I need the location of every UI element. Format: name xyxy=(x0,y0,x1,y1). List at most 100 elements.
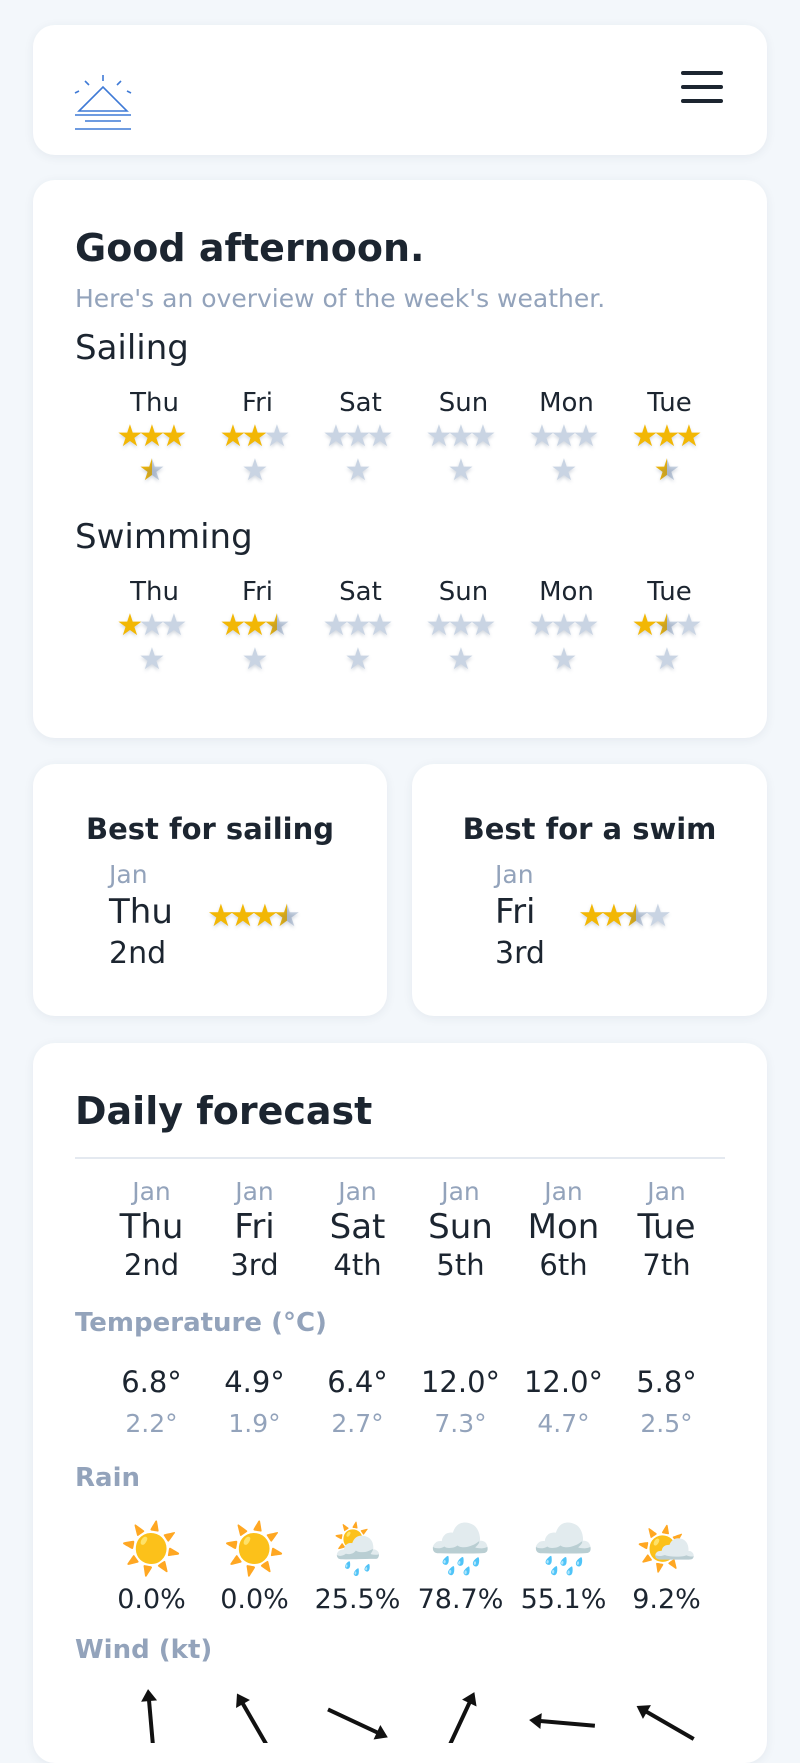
temperature-cell: 4.9° 1.9° xyxy=(203,1365,306,1438)
day-name: Sat xyxy=(339,577,382,607)
forecast-month: Jan xyxy=(235,1177,274,1206)
day-rating-column: Sat ★ ★ ★ ★ xyxy=(309,577,412,691)
day-rating-column: Sun ★ ★ ★ ★ xyxy=(412,577,515,691)
sun-rain-cloud-icon: 🌦️ xyxy=(326,1520,389,1578)
forecast-month: Jan xyxy=(441,1177,480,1206)
forecast-day-header[interactable]: Jan Sun 5th xyxy=(409,1177,512,1282)
day-name: Thu xyxy=(130,388,179,418)
day-name: Sat xyxy=(339,388,382,418)
forecast-day: Sun xyxy=(428,1207,493,1247)
forecast-day: Mon xyxy=(527,1207,600,1247)
day-name: Mon xyxy=(539,388,594,418)
star-icon: ★ xyxy=(366,419,394,454)
divider xyxy=(75,1157,725,1159)
forecast-day: Thu xyxy=(119,1207,184,1247)
star-icon: ★ xyxy=(138,642,166,677)
star-icon: ★ xyxy=(447,642,475,677)
wind-direction-arrow-icon xyxy=(141,1689,158,1743)
star-icon: ★ xyxy=(653,642,681,677)
star-icon: ★ xyxy=(366,608,394,643)
best-swim-date: 3rd xyxy=(495,936,545,971)
day-rating-column: Mon ★ ★ ★ ★ xyxy=(515,577,618,691)
temperature-label: Temperature (°C) xyxy=(75,1308,327,1338)
temperature-low: 2.7° xyxy=(331,1409,384,1438)
star-icon: ★ xyxy=(344,453,372,488)
forecast-day-header[interactable]: Jan Mon 6th xyxy=(512,1177,615,1282)
forecast-date: 7th xyxy=(642,1248,691,1282)
forecast-day: Fri xyxy=(234,1207,275,1247)
forecast-day-header[interactable]: Jan Sat 4th xyxy=(306,1177,409,1282)
rain-label: Rain xyxy=(75,1463,140,1493)
best-swim-title: Best for a swim xyxy=(462,812,717,846)
forecast-day-header[interactable]: Jan Thu 2nd xyxy=(100,1177,203,1282)
best-sailing-rating: ★ ★ ★ ★ xyxy=(207,901,317,937)
star-icon: ★ xyxy=(550,642,578,677)
day-name: Thu xyxy=(130,577,179,607)
wind-direction-arrow-icon xyxy=(529,1713,596,1730)
star-rating: ★ ★ ★ ★ xyxy=(527,422,607,502)
temperature-high: 6.8° xyxy=(121,1365,182,1399)
forecast-date: 6th xyxy=(539,1248,588,1282)
rain-probability: 55.1% xyxy=(520,1584,607,1615)
day-rating-column: Thu ★ ★ ★ ★ xyxy=(103,388,206,502)
best-for-swim-card[interactable]: Best for a swim Jan Fri 3rd ★ ★ ★ ★ xyxy=(412,764,767,1016)
day-name: Fri xyxy=(242,388,273,418)
star-rating: ★ ★ ★ ★ xyxy=(424,611,504,691)
best-for-sailing-card[interactable]: Best for sailing Jan Thu 2nd ★ ★ ★ ★ xyxy=(33,764,387,1016)
star-rating: ★ ★ ★ ★ xyxy=(424,422,504,502)
forecast-day-header[interactable]: Jan Tue 7th xyxy=(615,1177,718,1282)
rain-cell: 🌧️ 78.7% xyxy=(409,1520,512,1615)
star-rating: ★ ★ ★ ★ xyxy=(321,611,401,691)
forecast-month: Jan xyxy=(132,1177,171,1206)
daily-forecast-title: Daily forecast xyxy=(75,1089,373,1133)
rain-cell: ☀️ 0.0% xyxy=(203,1520,306,1615)
best-sailing-month: Jan xyxy=(109,860,148,889)
star-rating: ★ ★ ★ ★ xyxy=(218,611,298,691)
temperature-cell: 5.8° 2.5° xyxy=(615,1365,718,1438)
day-name: Sun xyxy=(438,388,489,418)
star-icon: ★ xyxy=(263,419,291,454)
star-icon: ★ xyxy=(469,608,497,643)
wind-direction-arrow-icon xyxy=(444,1692,477,1743)
forecast-month: Jan xyxy=(647,1177,686,1206)
star-rating: ★ ★ ★ ★ xyxy=(115,611,195,691)
rain-cloud-icon: 🌧️ xyxy=(429,1520,492,1578)
rain-probability: 25.5% xyxy=(314,1584,401,1615)
wind-direction-arrow-icon xyxy=(636,1705,695,1741)
forecast-date: 3rd xyxy=(230,1248,279,1282)
star-icon: ★ xyxy=(572,608,600,643)
hamburger-menu-icon[interactable] xyxy=(681,71,723,109)
best-sailing-title: Best for sailing xyxy=(86,812,334,846)
forecast-day-header[interactable]: Jan Fri 3rd xyxy=(203,1177,306,1282)
star-icon: ★ xyxy=(273,898,301,934)
temperature-cell: 6.8° 2.2° xyxy=(100,1365,203,1438)
sunrise-icon[interactable] xyxy=(73,63,133,143)
weekly-overview-card: Good afternoon. Here's an overview of th… xyxy=(33,180,767,738)
star-icon: ★ xyxy=(138,453,166,488)
day-rating-column: Sun ★ ★ ★ ★ xyxy=(412,388,515,502)
star-icon: ★ xyxy=(653,453,681,488)
day-rating-column: Mon ★ ★ ★ ★ xyxy=(515,388,618,502)
top-bar xyxy=(33,25,767,155)
swimming-heading: Swimming xyxy=(75,517,253,557)
temperature-cell: 12.0° 4.7° xyxy=(512,1365,615,1438)
star-rating: ★ ★ ★ ★ xyxy=(527,611,607,691)
forecast-date: 4th xyxy=(333,1248,382,1282)
temperature-low: 2.2° xyxy=(125,1409,178,1438)
temperature-high: 12.0° xyxy=(523,1365,604,1399)
wind-direction-arrow-icon xyxy=(236,1693,272,1743)
star-icon: ★ xyxy=(160,419,188,454)
star-rating: ★ ★ ★ ★ xyxy=(321,422,401,502)
swimming-ratings-row: Thu ★ ★ ★ ★ Fri ★ ★ ★ ★ Sat ★ ★ ★ ★ Sun ★ ★ ★ ★ Mon ★ ★ ★ ★ Tue ★ ★… xyxy=(103,577,723,697)
day-rating-column: Tue ★ ★ ★ ★ xyxy=(618,577,721,691)
day-rating-column: Tue ★ ★ ★ ★ xyxy=(618,388,721,502)
day-rating-column: Fri ★ ★ ★ ★ xyxy=(206,577,309,691)
star-rating: ★ ★ ★ ★ xyxy=(630,611,710,691)
temperature-low: 2.5° xyxy=(640,1409,693,1438)
rain-cell: 🌤️ 9.2% xyxy=(615,1520,718,1615)
forecast-day: Sat xyxy=(329,1207,386,1247)
sun-cloud-icon: 🌤️ xyxy=(635,1520,698,1578)
forecast-month: Jan xyxy=(338,1177,377,1206)
star-icon: ★ xyxy=(241,453,269,488)
rain-cell: 🌦️ 25.5% xyxy=(306,1520,409,1615)
